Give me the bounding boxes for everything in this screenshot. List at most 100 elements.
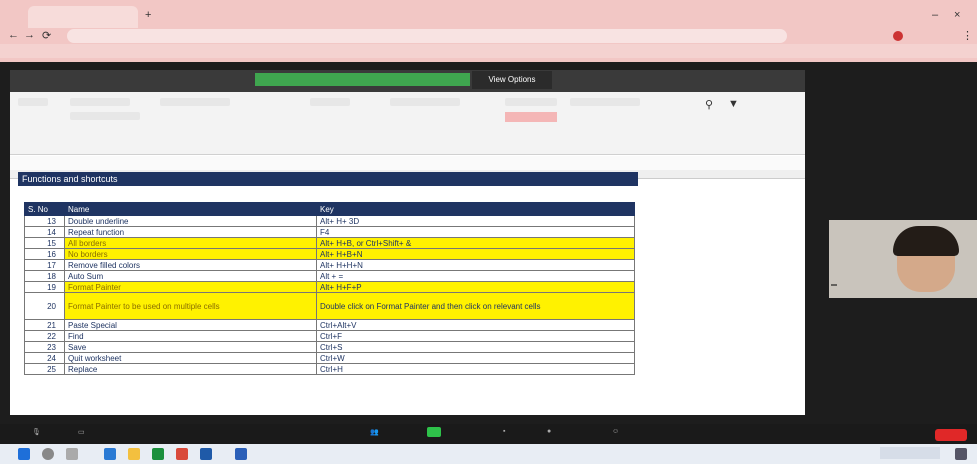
row-sno[interactable]: 21 [24,319,65,331]
row-key[interactable]: Ctrl+F [316,330,635,342]
table-row: 18 Auto Sum Alt + = [24,270,635,282]
reactions-icon[interactable]: ☺ [612,428,619,435]
profile-avatar[interactable] [893,31,903,41]
mute-icon[interactable]: 🎙 [32,428,41,436]
search-icon[interactable] [42,448,54,460]
task-view-icon[interactable] [66,448,78,460]
row-name[interactable]: No borders [64,248,317,260]
conditional-formatting-button[interactable] [390,98,460,106]
excel-ribbon: ⚲ ▼ [10,92,805,155]
forward-icon[interactable]: → [24,29,35,41]
share-screen-icon[interactable] [427,427,441,437]
row-key[interactable]: Ctrl+W [316,352,635,364]
minimize-icon[interactable]: – [932,9,938,21]
word-icon[interactable] [235,448,247,460]
row-name[interactable]: Auto Sum [64,270,317,282]
row-sno[interactable]: 14 [24,226,65,238]
back-icon[interactable]: ← [8,29,19,41]
edge-icon[interactable] [104,448,116,460]
excel-icon[interactable] [152,448,164,460]
table-row: 14 Repeat function F4 [24,226,635,238]
record-icon[interactable]: ● [547,428,551,435]
row-name[interactable]: Format Painter [64,281,317,293]
insert-delete-buttons[interactable] [570,98,640,106]
filter-icon[interactable]: ▼ [728,98,739,110]
meeting-toolbar [0,424,977,444]
participant-video[interactable] [829,220,977,298]
bad-style-cell[interactable] [505,112,557,122]
browser-menu-icon[interactable]: ⋮ [962,29,973,42]
row-sno[interactable]: 25 [24,363,65,375]
row-sno[interactable]: 15 [24,237,65,249]
sheet-title: Functions and shortcuts [18,172,638,186]
reload-icon[interactable]: ⟳ [42,29,51,42]
formula-bar[interactable] [10,156,805,171]
row-sno[interactable]: 23 [24,341,65,353]
row-key[interactable]: Double click on Format Painter and then … [316,292,635,320]
row-key[interactable]: Alt+ H+B, or Ctrl+Shift+ & [316,237,635,249]
number-format-selector[interactable] [310,98,350,106]
table-row: 20 Format Painter to be used on multiple … [24,292,635,320]
row-name[interactable]: Paste Special [64,319,317,331]
find-icon[interactable]: ⚲ [705,98,713,111]
row-name[interactable]: Repeat function [64,226,317,238]
alignment-buttons[interactable] [160,98,230,106]
row-name[interactable]: Double underline [64,215,317,227]
system-tray [880,447,940,459]
row-sno[interactable]: 24 [24,352,65,364]
zoom-app-icon[interactable] [200,448,212,460]
table-row: 22 Find Ctrl+F [24,330,635,342]
new-tab-icon[interactable]: + [145,9,151,21]
table-row: 17 Remove filled colors Alt+ H+H+N [24,259,635,271]
row-name[interactable]: Format Painter to be used on multiple ce… [64,292,317,320]
row-key[interactable]: Alt+ H+H+N [316,259,635,271]
font-selector[interactable] [70,98,130,106]
notifications-icon[interactable] [955,448,967,460]
cell-styles-gallery[interactable] [505,98,557,106]
participant-hair [893,226,959,256]
row-name[interactable]: Save [64,341,317,353]
row-key[interactable]: Ctrl+Alt+V [316,319,635,331]
row-sno[interactable]: 22 [24,330,65,342]
row-sno[interactable]: 17 [24,259,65,271]
row-key[interactable]: Ctrl+H [316,363,635,375]
row-key[interactable]: Alt+ H+B+N [316,248,635,260]
table-row: 13 Double underline Alt+ H+ 3D [24,215,635,227]
row-sno[interactable]: 16 [24,248,65,260]
video-icon[interactable]: ▭ [78,428,85,436]
row-key[interactable]: Ctrl+S [316,341,635,353]
address-bar[interactable] [67,29,787,43]
row-key[interactable]: Alt+ H+ 3D [316,215,635,227]
row-key[interactable]: Alt + = [316,270,635,282]
view-options-button[interactable]: View Options [472,71,552,89]
row-sno[interactable]: 20 [24,292,65,320]
row-name[interactable]: Remove filled colors [64,259,317,271]
close-window-icon[interactable]: × [954,9,960,21]
row-sno[interactable]: 13 [24,215,65,227]
screen-share-indicator [255,73,470,86]
start-icon[interactable] [18,448,30,460]
row-sno[interactable]: 18 [24,270,65,282]
participant-name-tag [831,284,837,286]
header-key: Key [316,202,635,216]
row-name[interactable]: Replace [64,363,317,375]
taskbar [0,444,977,464]
table-header-row: S. No Name Key [24,202,635,216]
row-key[interactable]: F4 [316,226,635,238]
end-meeting-button[interactable] [935,429,967,441]
participants-icon[interactable]: 👥 [370,428,379,436]
row-key[interactable]: Alt+ H+F+P [316,281,635,293]
font-format-buttons[interactable] [70,112,140,120]
header-name: Name [64,202,317,216]
row-name[interactable]: Find [64,330,317,342]
browser-tab[interactable] [28,6,138,28]
shortcuts-table: S. No Name Key 13 Double underline Alt+ H+… [24,202,635,375]
file-explorer-icon[interactable] [128,448,140,460]
chrome-icon[interactable] [176,448,188,460]
row-name[interactable]: All borders [64,237,317,249]
row-name[interactable]: Quit worksheet [64,352,317,364]
table-row: 21 Paste Special Ctrl+Alt+V [24,319,635,331]
chat-icon[interactable]: ▪ [503,428,505,435]
row-sno[interactable]: 19 [24,281,65,293]
paste-button[interactable] [18,98,48,106]
